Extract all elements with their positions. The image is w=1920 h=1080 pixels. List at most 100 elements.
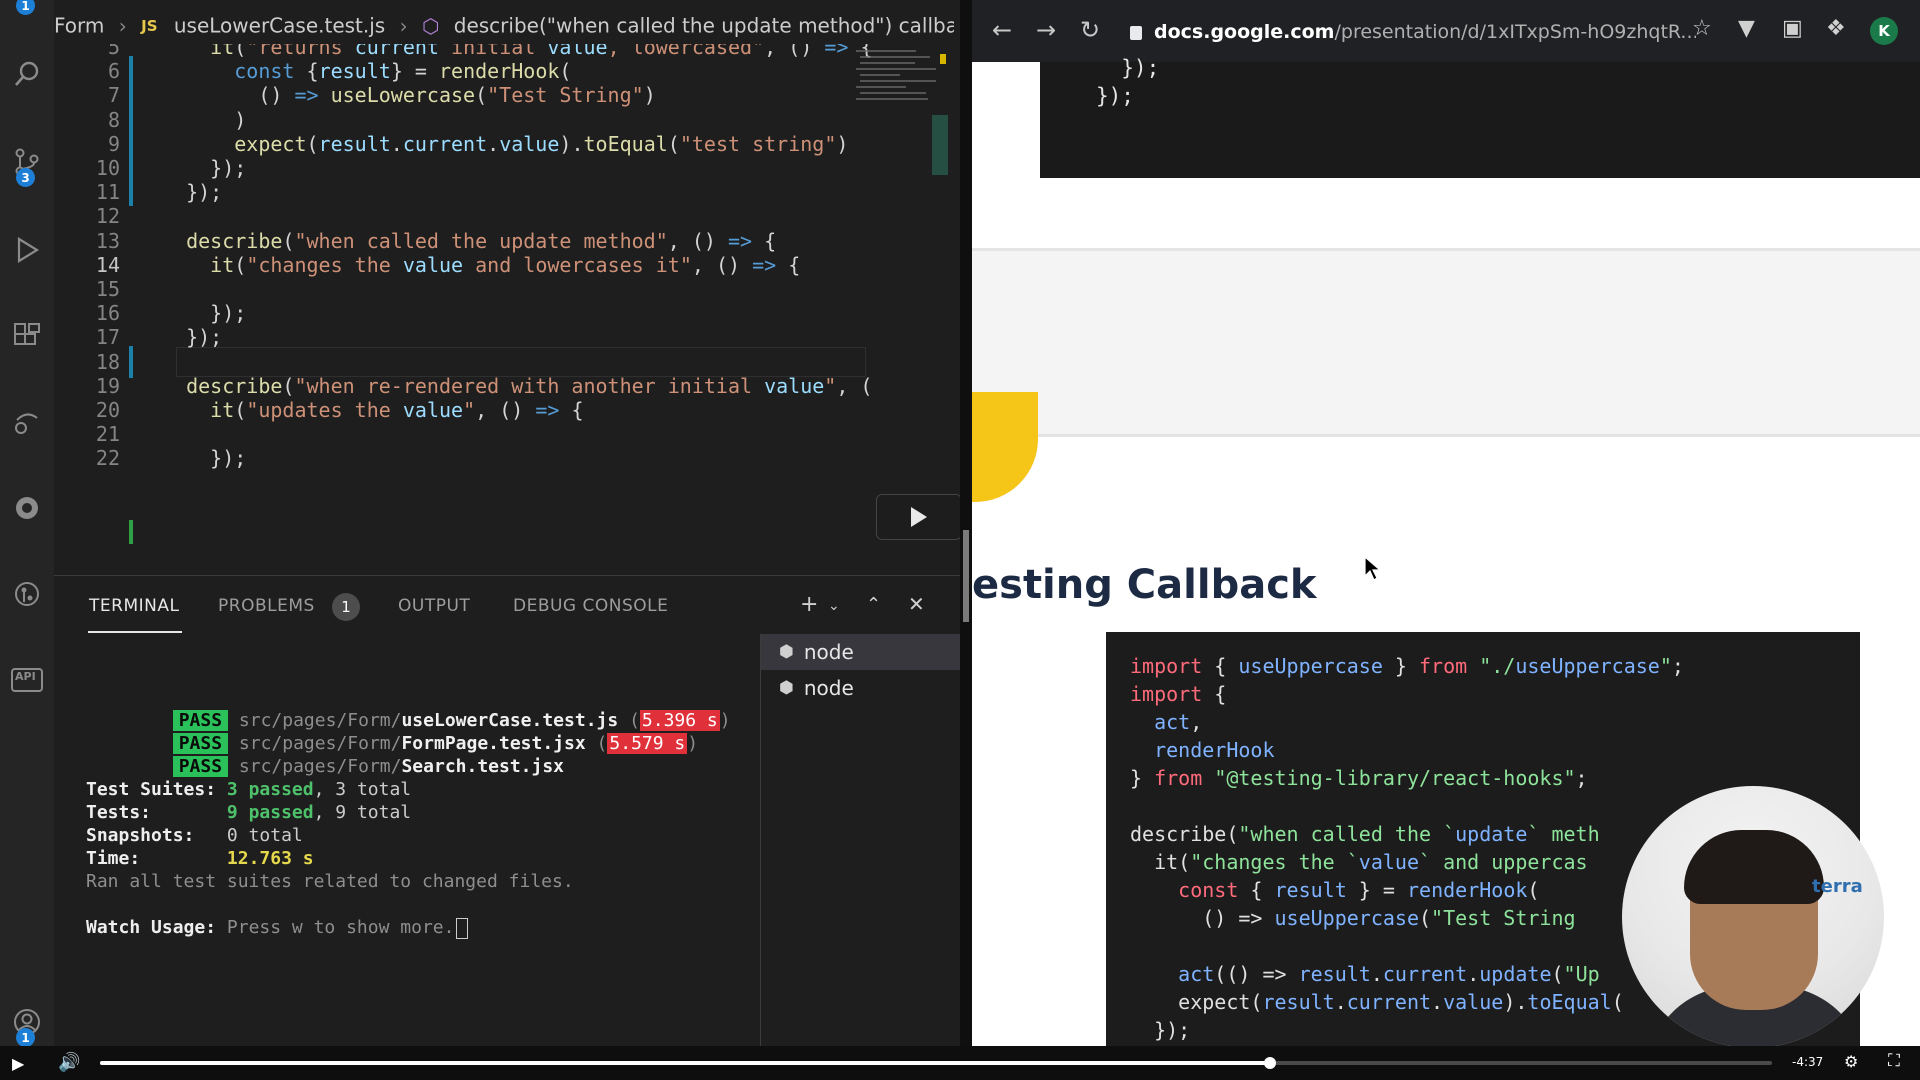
slide-divider [972,434,1920,437]
breadcrumb-file[interactable]: useLowerCase.test.js [174,14,385,38]
accounts-badge: 1 [16,1028,35,1046]
test-result-row: PASS src/pages/Form/Search.test.jsx [86,732,564,777]
code-editor[interactable]: 5 it("returns current initial value, low… [54,44,960,574]
pass-badge: PASS [172,756,229,777]
address-bar[interactable]: docs.google.com/presentation/d/1xITxpSm-… [1130,15,1696,49]
slide-code-line: act(() => result.current.update("Up [1178,962,1600,986]
activity-badge: 1 [16,0,35,15]
remote-explorer-icon[interactable] [13,408,41,436]
slide-code-line: } from "@testing-library/react-hooks"; [1130,766,1588,790]
vue-devtools-icon[interactable]: ▼ [1738,16,1755,41]
mouse-cursor-icon [1364,556,1382,581]
video-progress-bar[interactable] [100,1057,1772,1069]
close-panel-icon[interactable]: ✕ [908,592,925,616]
line-number: 22 [95,446,120,471]
slide-code-block-previous: }); }); [1040,56,1920,178]
extensions-icon[interactable] [13,322,41,350]
summary-tests: Tests: 9 passed, 9 total [86,802,412,823]
terminal-instance[interactable]: ⬢ node [761,670,960,706]
problems-count-badge: 1 [332,593,360,621]
slide-code-line: renderHook [1154,738,1275,762]
code-line: 22 }); [54,443,874,473]
tab-debug-console[interactable]: DEBUG CONSOLE [513,596,668,616]
chevron-right-icon: › [118,13,127,38]
tab-terminal[interactable]: TERMINAL [89,596,179,616]
browser-toolbar: ← → ↻ docs.google.com/presentation/d/1xI… [972,0,1920,62]
slide-code-line: act, [1154,710,1203,734]
slide-code-line: const { result } = renderHook( [1178,878,1540,902]
slide-title: esting Callback [972,562,1317,608]
code-line: }); [1096,56,1160,80]
chevron-down-icon[interactable]: ⌄ [828,598,840,614]
summary-suites: Test Suites: 3 passed, 3 total [86,779,412,800]
video-progress-fill [100,1061,1271,1065]
summary-snapshots: Snapshots: 0 total [86,825,303,846]
line-text: }); [162,446,247,471]
result-dir: src/pages/Form/ [238,756,402,777]
settings-gear-icon[interactable]: ⚙ [1844,1052,1858,1071]
tab-output[interactable]: OUTPUT [398,596,470,616]
video-progress-knob[interactable] [1264,1057,1277,1069]
summary-time: Time: 12.763 s [86,848,314,869]
volume-icon[interactable]: 🔊 [58,1052,80,1073]
play-icon [911,507,927,527]
chevron-right-icon: › [399,13,408,38]
symbol-method-icon: ⬡ [421,13,440,38]
terminal-name: node [803,676,854,700]
url-path: /presentation/d/1xITxpSm-hO9zhqtR... [1334,21,1696,43]
slide-code-line: }); [1130,1018,1191,1042]
run-debug-icon[interactable] [13,236,41,264]
api-icon[interactable]: API [11,666,43,694]
play-icon[interactable]: ▶ [12,1054,24,1073]
extension-icon[interactable]: ▣ [1782,16,1803,41]
window-split-divider[interactable] [960,0,972,1046]
bottom-panel: TERMINAL PROBLEMS 1 OUTPUT DEBUG CONSOLE… [54,575,960,1046]
slide-decoration-shape [972,392,1038,502]
profile-avatar[interactable]: K [1870,17,1898,45]
breadcrumb: Form › JS useLowerCase.test.js › ⬡ descr… [54,12,954,48]
lock-icon [1130,25,1142,40]
split-drag-handle[interactable] [963,530,969,622]
terminal-instance[interactable]: ⬢ node [761,634,960,670]
video-time-remaining: -4:37 [1792,1055,1824,1069]
video-controls: ▶ 🔊 -4:37 ⚙ ⛶ [0,1046,1920,1080]
slide-code-line: expect(result.current.value).toEqual( [1130,990,1624,1014]
vscode-window: 1 3 API 1 Form › JS useLowerCase.test.js… [0,0,960,1046]
editor-scrollbar[interactable] [932,115,948,175]
webcam-background-logo: terra [1812,876,1863,897]
extensions-puzzle-icon[interactable]: ❖ [1826,16,1846,41]
watch-usage: Watch Usage: Press w to show more. [86,916,469,939]
code-line: }); [1096,84,1134,108]
search-icon[interactable] [13,60,41,88]
test-result-row: PASS src/pages/Form/useLowerCase.test.js… [86,686,731,731]
slide-code-line: import { useUppercase } from "./useUpper… [1130,654,1684,678]
fullscreen-icon[interactable]: ⛶ [1888,1051,1900,1071]
slide-code-line: describe("when called the `update` meth [1130,822,1600,846]
result-time: 5.579 s [607,733,688,754]
slide-code-line: it("changes the `value` and uppercas [1130,850,1588,874]
tab-problems[interactable]: PROBLEMS [218,596,315,616]
add-terminal-icon[interactable]: + [800,592,818,617]
terminal-icon: ⬢ [779,642,794,662]
maximize-panel-icon[interactable]: ⌃ [866,594,881,615]
test-result-row: PASS src/pages/Form/FormPage.test.jsx (5… [86,709,698,754]
slide-code-line: () => useUppercase("Test String [1130,906,1576,930]
video-play-overlay-button[interactable] [876,494,960,540]
terminal-name: node [803,640,854,664]
terminal-icon: ⬢ [779,678,794,698]
slide-gap [972,251,1920,434]
active-tab-indicator [88,631,182,633]
api-icon-label: API [15,670,36,683]
kubernetes-icon[interactable] [13,494,41,522]
back-icon[interactable]: ← [992,16,1012,44]
breadcrumb-symbol[interactable]: describe("when called the update method"… [454,14,954,38]
bookmark-star-icon[interactable]: ☆ [1692,16,1712,41]
breadcrumb-folder[interactable]: Form [54,14,104,38]
git-graph-icon[interactable] [13,580,41,608]
activity-bar: 1 3 API 1 [0,0,54,1046]
js-file-icon: JS [141,16,158,35]
result-file: Search.test.jsx [401,756,565,777]
reload-icon[interactable]: ↻ [1080,16,1100,44]
webcam-overlay: terra [1622,786,1884,1048]
forward-icon[interactable]: → [1036,16,1056,44]
